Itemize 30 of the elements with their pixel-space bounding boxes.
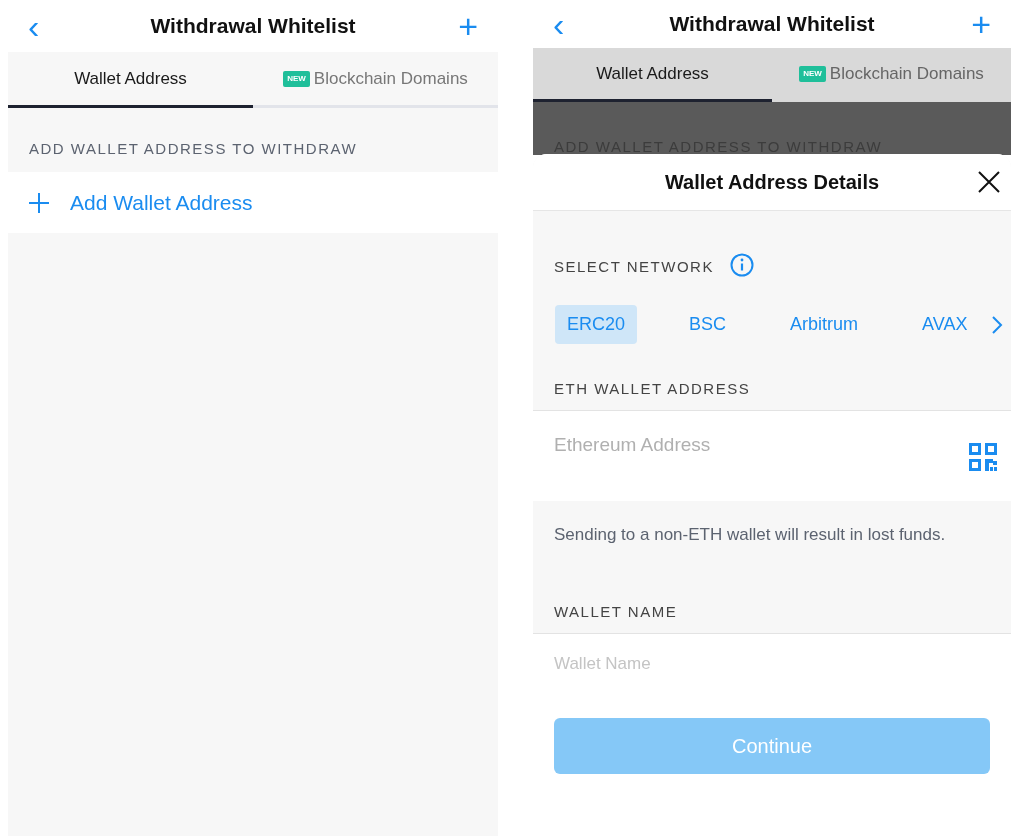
back-button[interactable]: ‹ <box>28 9 60 43</box>
address-field[interactable]: Ethereum Address <box>533 410 1011 501</box>
page-title: Withdrawal Whitelist <box>150 13 356 40</box>
eth-wallet-address-label: ETH WALLET ADDRESS <box>554 378 751 399</box>
close-button[interactable] <box>977 170 1001 194</box>
network-chip[interactable]: BSC <box>677 305 739 344</box>
close-icon <box>977 170 1001 194</box>
chevron-right-icon[interactable] <box>991 314 1003 335</box>
tab[interactable]: NEW Blockchain Domains <box>253 52 498 108</box>
info-icon <box>729 253 754 277</box>
section-label: ADD WALLET ADDRESS TO WITHDRAW <box>29 138 358 159</box>
page-title: Withdrawal Whitelist <box>669 11 875 38</box>
add-button[interactable]: + <box>959 7 991 41</box>
new-badge: NEW <box>799 65 826 82</box>
network-chip[interactable]: Arbitrum <box>778 305 871 344</box>
add-wallet-address-row[interactable]: Add Wallet Address <box>8 172 498 233</box>
sheet-title: Wallet Address Details <box>664 170 880 195</box>
new-badge: NEW <box>283 70 310 87</box>
address-input[interactable]: Ethereum Address <box>554 431 854 460</box>
wallet-name-label: WALLET NAME <box>554 601 678 622</box>
network-chip[interactable]: AVAX <box>910 305 980 344</box>
wallet-name-field[interactable]: Wallet Name <box>554 652 990 676</box>
tab[interactable]: Wallet Address <box>8 52 253 108</box>
add-button[interactable]: + <box>446 9 478 43</box>
back-button[interactable]: ‹ <box>553 7 585 41</box>
plus-icon <box>28 191 50 214</box>
select-network-label: SELECT NETWORK <box>554 257 714 277</box>
network-chip[interactable]: ERC20 <box>555 305 638 344</box>
qr-code-icon[interactable] <box>969 443 997 471</box>
warning-text: Sending to a non-ETH wallet will result in lost funds. <box>554 524 946 547</box>
